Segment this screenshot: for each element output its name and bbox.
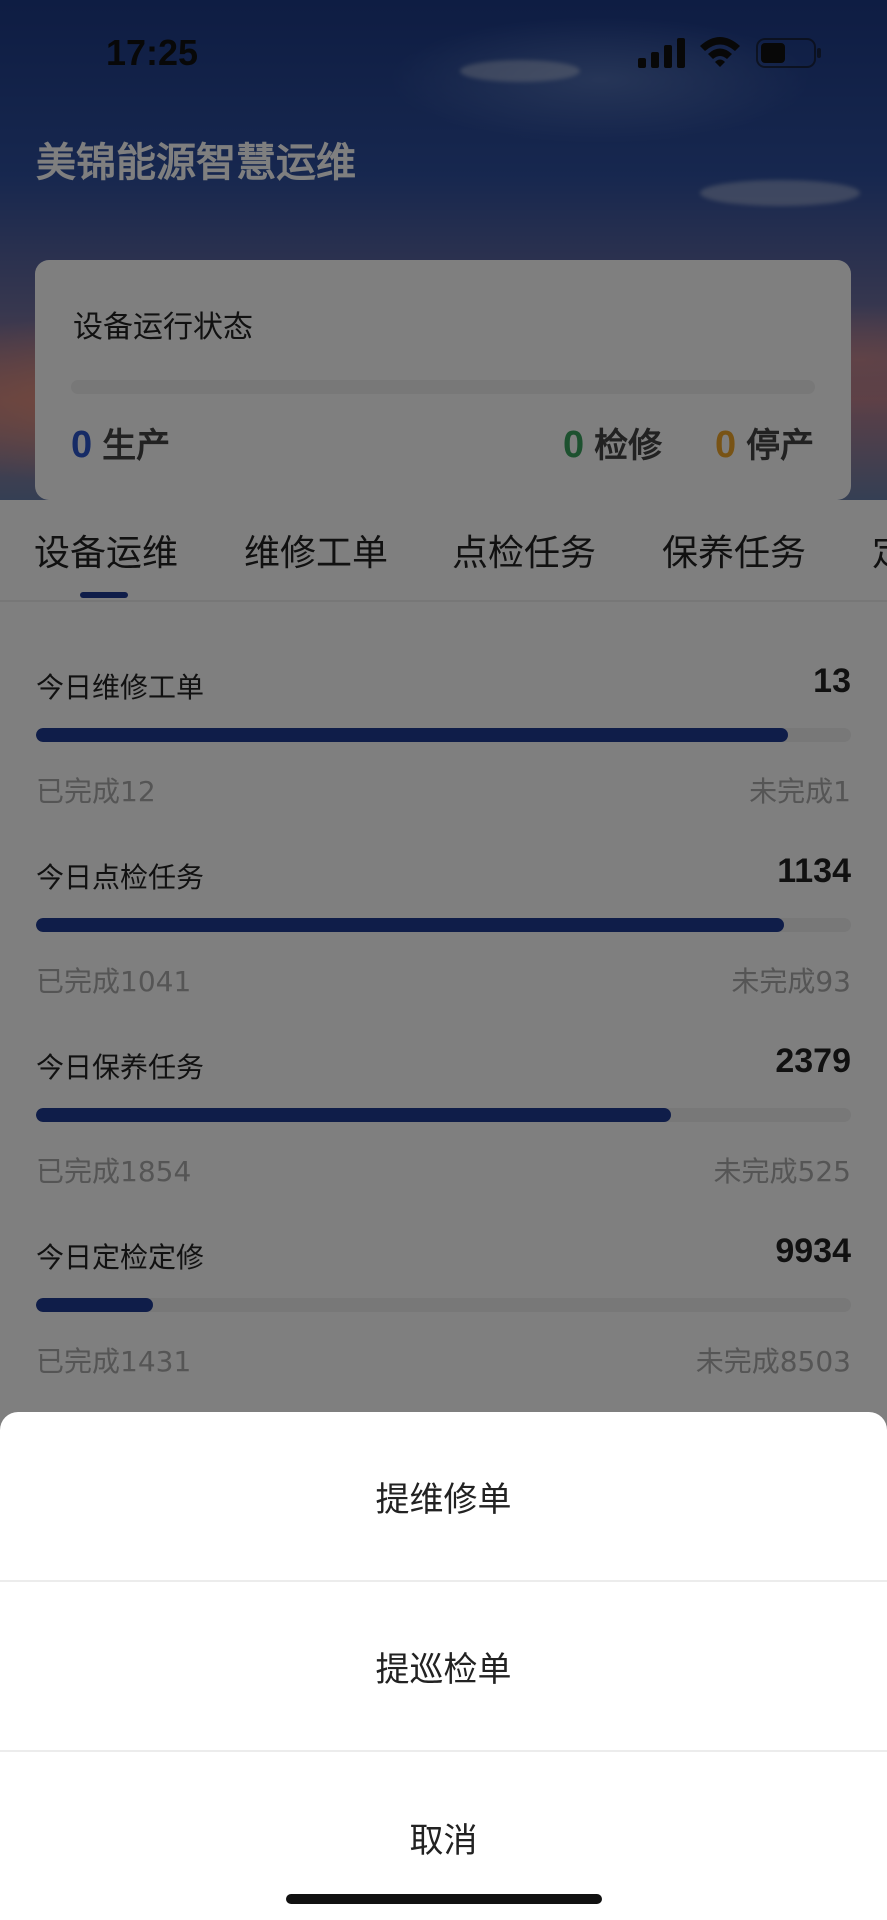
- home-indicator: [286, 1894, 602, 1904]
- create-repair-order-button[interactable]: 提维修单: [0, 1412, 887, 1582]
- action-sheet: 提维修单 提巡检单 取消: [0, 1412, 887, 1920]
- create-inspection-order-button[interactable]: 提巡检单: [0, 1582, 887, 1752]
